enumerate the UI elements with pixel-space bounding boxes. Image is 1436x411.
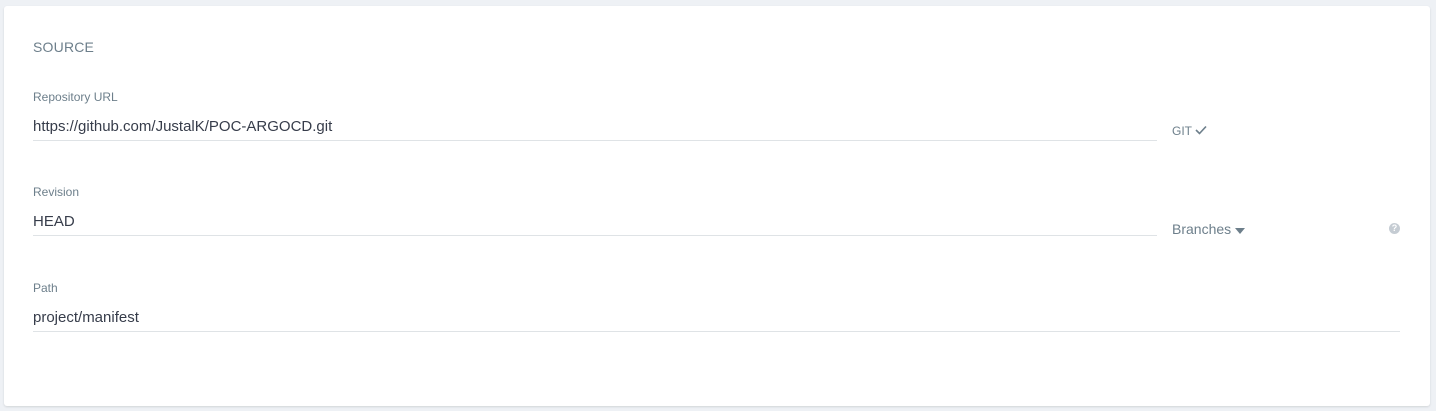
section-title: SOURCE bbox=[33, 39, 95, 55]
repository-url-label: Repository URL bbox=[33, 90, 118, 104]
source-panel: SOURCE Repository URL GIT Revision Branc… bbox=[4, 6, 1430, 406]
repo-type-label: GIT bbox=[1172, 124, 1192, 138]
repo-type-tag: GIT bbox=[1172, 124, 1207, 138]
caret-down-icon bbox=[1235, 221, 1246, 237]
question-icon[interactable]: ? bbox=[1389, 223, 1400, 234]
check-icon bbox=[1195, 124, 1207, 138]
branches-dropdown-label: Branches bbox=[1172, 221, 1232, 237]
path-input[interactable] bbox=[33, 304, 1400, 332]
revision-input[interactable] bbox=[33, 208, 1157, 236]
branches-dropdown[interactable]: Branches bbox=[1172, 221, 1246, 237]
repository-url-input[interactable] bbox=[33, 113, 1157, 141]
path-label: Path bbox=[33, 281, 58, 295]
revision-label: Revision bbox=[33, 185, 80, 199]
